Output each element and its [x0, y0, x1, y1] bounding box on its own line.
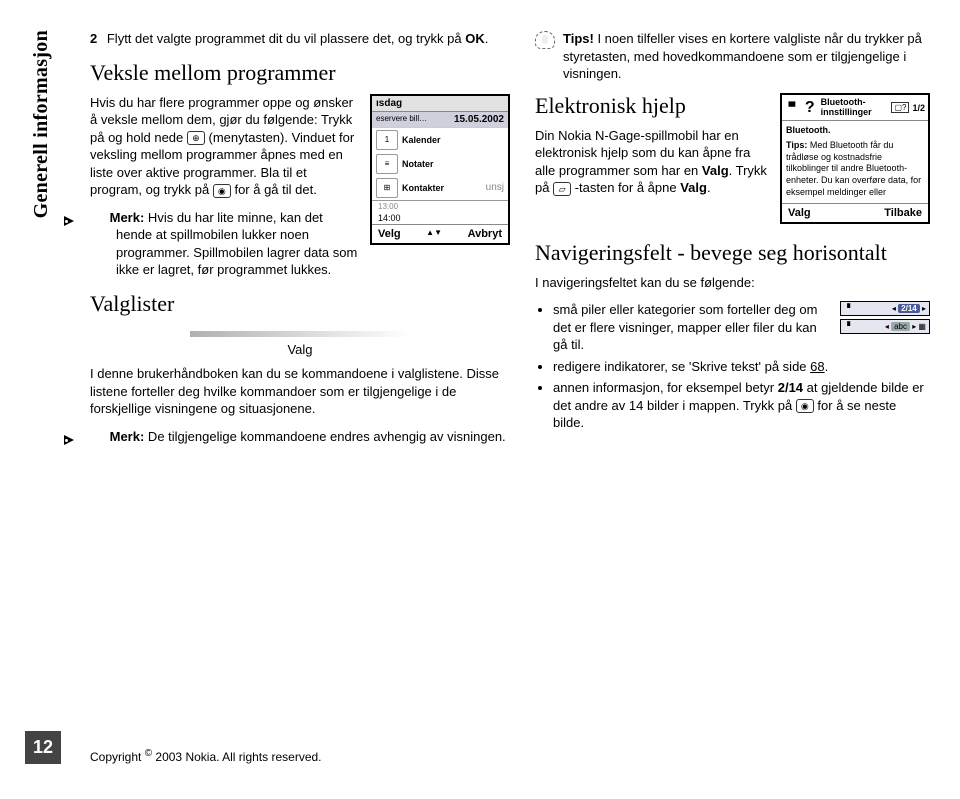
ss-velg: Velg	[378, 228, 401, 240]
note-arrow-icon	[90, 213, 106, 223]
badge-abc: abc	[891, 322, 910, 331]
tips-text: I noen tilfeller vises en kortere valgli…	[563, 31, 922, 81]
bt-tilbake: Tilbake	[884, 207, 922, 219]
step-text-a: Flytt det valgte programmet dit du vil p…	[107, 31, 465, 46]
joystick-icon: ◉	[213, 184, 231, 198]
bluetooth-help-screenshot: ▝▘ ? Bluetooth-innstillinger ▢? 1/2 Blue…	[780, 93, 930, 224]
ss-time1: 13:00	[372, 201, 508, 212]
bullet-2: redigere indikatorer, se 'Skrive tekst' …	[553, 358, 930, 376]
tips-label: Tips!	[563, 31, 594, 46]
ss-kontakter-row: ⊞ Kontakter unsj	[372, 176, 508, 201]
contacts-icon: ⊞	[376, 178, 398, 198]
bt-tips-label: Tips:	[786, 140, 807, 150]
hjelp-f: .	[707, 180, 711, 195]
page-number: 12	[25, 731, 61, 764]
badge-row-1: ▝ ◂ 2/14 ▸	[840, 301, 930, 316]
b3-count: 2/14	[778, 380, 803, 395]
tips-block: Tips! I noen tilfeller vises en kortere …	[535, 30, 930, 83]
calendar-icon: 1	[376, 130, 398, 150]
ss-day: ısdag	[376, 98, 402, 109]
badge-row-2: ▝ ◂ abc ▸ ▦	[840, 319, 930, 334]
bt-sub: Bluetooth.	[786, 125, 924, 137]
merk1-text: Hvis du har lite minne, kan det hende at…	[116, 210, 357, 278]
valg-paragraph: I denne brukerhåndboken kan du se komman…	[90, 365, 510, 418]
nav-arrows-icon: ▲▼	[426, 228, 442, 240]
nav-badge-examples: ▝ ◂ 2/14 ▸ ▝ ◂ abc ▸ ▦	[840, 301, 930, 337]
bt-body: Bluetooth. Tips: Med Bluetooth får du tr…	[782, 121, 928, 202]
foot-a: Copyright	[90, 750, 145, 764]
ss-notater-row: ≡ Notater	[372, 152, 508, 176]
question-icon: ?	[803, 99, 817, 117]
ss-kontakter: Kontakter	[402, 183, 444, 193]
ss-kalender-row: 1 Kalender	[372, 128, 508, 152]
b3-a: annen informasjon, for eksempel betyr	[553, 380, 778, 395]
foot-sym: ©	[145, 748, 152, 759]
valg-label: Valg	[90, 342, 510, 357]
hjelp-valg2: Valg	[680, 180, 707, 195]
ss-notater: Notater	[402, 159, 434, 169]
merk1-label: Merk:	[110, 210, 145, 225]
notes-icon: ≡	[376, 154, 398, 174]
heading-veksle: Veksle mellom programmer	[90, 60, 510, 86]
bullet-3: annen informasjon, for eksempel betyr 2/…	[553, 379, 930, 432]
badge-count: 2/14	[898, 304, 920, 313]
section-title-vertical: Generell informasjon	[30, 30, 53, 218]
ss-unsj: unsj	[486, 182, 504, 193]
step-text-c: .	[485, 31, 489, 46]
bt-tips-body: Med Bluetooth får du trådløse og kostnad…	[786, 140, 921, 197]
p1-c: for å gå til det.	[234, 182, 316, 197]
merk2-label: Merk:	[110, 429, 145, 444]
ss-avbryt: Avbryt	[468, 228, 502, 240]
merk-2: Merk: De tilgjengelige kommandoene endre…	[90, 428, 510, 446]
signal-icon: ▝▘	[785, 102, 799, 113]
left-column: 2 Flytt det valgte programmet dit du vil…	[90, 30, 510, 730]
heading-nav: Navigeringsfelt - bevege seg horisontalt	[535, 240, 930, 266]
bt-valg: Valg	[788, 207, 811, 219]
bt-footer: Valg Tilbake	[782, 203, 928, 222]
bt-header: ▝▘ ? Bluetooth-innstillinger ▢? 1/2	[782, 95, 928, 122]
foot-c: 2003 Nokia. All rights reserved.	[152, 750, 321, 764]
step-2: 2 Flytt det valgte programmet dit du vil…	[90, 30, 510, 48]
b2-c: .	[825, 359, 829, 374]
b2-pageref: 68	[810, 359, 824, 374]
hjelp-d: -tasten for å åpne	[571, 180, 680, 195]
lightbulb-icon	[535, 31, 555, 49]
ss-time2: 14:00	[372, 212, 508, 224]
softkey-icon: ▱	[553, 182, 571, 196]
joystick-icon-2: ◉	[796, 399, 814, 413]
ss-date: 15.05.2002	[454, 114, 504, 125]
ss-header: ısdag	[372, 96, 508, 112]
bt-page: 1/2	[912, 103, 925, 113]
bt-title: Bluetooth-innstillinger	[821, 98, 888, 118]
ss-footer: Velg ▲▼ Avbryt	[372, 224, 508, 243]
signal-mini-icon-2: ▝	[844, 322, 850, 331]
step-number: 2	[90, 31, 97, 46]
merk2-text: De tilgjengelige kommandoene endres avhe…	[144, 429, 505, 444]
step-ok: OK	[465, 31, 485, 46]
menu-key-icon: ⊕	[187, 131, 205, 145]
note-arrow-icon-2	[90, 432, 106, 442]
folder-icon: ▢?	[891, 102, 909, 113]
ss-date-row: eservere bill… 15.05.2002	[372, 112, 508, 128]
ss-kalender: Kalender	[402, 135, 441, 145]
content-columns: 2 Flytt det valgte programmet dit du vil…	[90, 30, 930, 730]
hjelp-valg1: Valg	[702, 163, 729, 178]
ss-reservere-partial: eservere bill…	[376, 114, 427, 125]
copyright-footer: Copyright © 2003 Nokia. All rights reser…	[90, 748, 322, 764]
b2-a: redigere indikatorer, se 'Skrive tekst' …	[553, 359, 810, 374]
signal-mini-icon: ▝	[844, 304, 850, 313]
heading-valglister: Valglister	[90, 291, 510, 317]
app-switcher-screenshot: ısdag eservere bill… 15.05.2002 1 Kalend…	[370, 94, 510, 245]
nav-intro: I navigeringsfeltet kan du se følgende:	[535, 274, 930, 292]
valg-gradient	[190, 331, 410, 337]
valg-gradient-box: Valg	[90, 325, 510, 357]
right-column: Tips! I noen tilfeller vises en kortere …	[535, 30, 930, 730]
